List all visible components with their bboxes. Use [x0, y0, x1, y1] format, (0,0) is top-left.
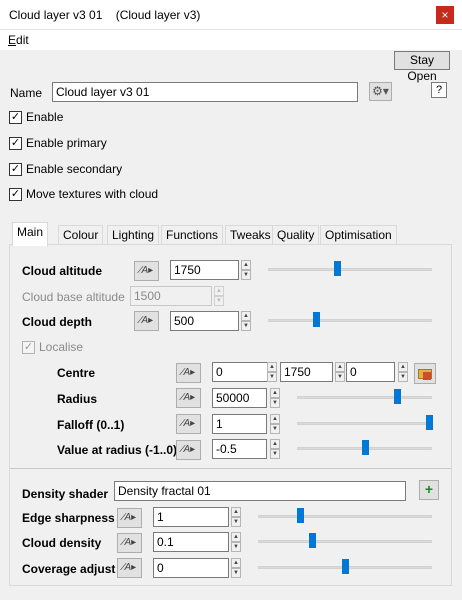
centre-y-spinner[interactable]: ▲ ▼ [335, 362, 345, 382]
radius-input[interactable]: 50000 [212, 388, 267, 408]
value-at-radius-slider[interactable] [297, 440, 432, 456]
falloff-slider[interactable] [297, 415, 433, 431]
coverage-adjust-input[interactable]: 0 [153, 558, 229, 578]
function-icon[interactable]: ∕A▸ [176, 414, 201, 434]
falloff-spinner[interactable]: ▲ ▼ [270, 414, 280, 434]
density-shader-label: Density shader [22, 487, 109, 501]
cloud-density-spinner[interactable]: ▲ ▼ [231, 532, 241, 552]
function-icon[interactable]: ∕A▸ [134, 311, 159, 331]
help-button[interactable]: ? [431, 82, 447, 98]
function-icon[interactable]: ∕A▸ [117, 508, 142, 528]
slider-thumb[interactable] [333, 261, 341, 276]
slider-thumb[interactable] [426, 415, 433, 430]
centre-label: Centre [57, 366, 96, 380]
function-icon[interactable]: ∕A▸ [176, 363, 201, 383]
tab-lighting[interactable]: Lighting [107, 225, 160, 246]
cloud-altitude-slider[interactable] [268, 261, 432, 277]
cloud-depth-input[interactable]: 500 [170, 311, 239, 331]
slider-thumb[interactable] [296, 508, 304, 523]
menu-bar: Edit [0, 30, 462, 50]
slider-thumb[interactable] [342, 559, 349, 574]
enable-label: Enable [26, 110, 64, 124]
enable-primary-label: Enable primary [26, 136, 107, 150]
slider-thumb[interactable] [393, 389, 401, 404]
localise-label: Localise [39, 340, 84, 354]
cloud-base-altitude-label: Cloud base altitude [22, 290, 125, 304]
name-input[interactable]: Cloud layer v3 01 [52, 82, 358, 102]
edge-sharpness-label: Edge sharpness [22, 511, 115, 525]
radius-slider[interactable] [297, 389, 432, 405]
enable-checkbox[interactable]: ✓ [9, 111, 22, 124]
browse-node-button[interactable] [414, 363, 436, 384]
coverage-adjust-slider[interactable] [258, 559, 432, 575]
tab-colour[interactable]: Colour [58, 225, 104, 246]
edge-sharpness-slider[interactable] [258, 508, 432, 524]
centre-z-input[interactable]: 0 [346, 362, 395, 382]
function-icon[interactable]: ∕A▸ [176, 440, 201, 460]
cloud-density-label: Cloud density [22, 536, 102, 550]
cloud-altitude-label: Cloud altitude [22, 264, 102, 278]
cloud-density-slider[interactable] [258, 533, 432, 549]
name-label: Name [10, 86, 43, 100]
title-bar: Cloud layer v3 01 (Cloud layer v3) × [0, 0, 462, 30]
cloud-base-altitude-input[interactable]: 1500 [130, 286, 212, 306]
tab-tweaks[interactable]: Tweaks [225, 225, 276, 246]
tab-optimisation[interactable]: Optimisation [320, 225, 397, 246]
window-title: Cloud layer v3 01 (Cloud layer v3) [9, 8, 201, 22]
tab-main[interactable]: Main [12, 222, 49, 246]
centre-x-spinner[interactable]: ▲ ▼ [267, 362, 277, 382]
radius-spinner[interactable]: ▲ ▼ [270, 388, 280, 408]
cloud-altitude-spinner[interactable]: ▲ ▼ [241, 260, 251, 280]
function-icon[interactable]: ∕A▸ [117, 533, 142, 553]
slider-thumb[interactable] [312, 312, 320, 327]
tab-quality[interactable]: Quality [272, 225, 320, 246]
enable-secondary-label: Enable secondary [26, 162, 123, 176]
cloud-depth-slider[interactable] [268, 312, 432, 328]
tab-functions[interactable]: Functions [161, 225, 224, 246]
move-textures-checkbox[interactable]: ✓ [9, 188, 22, 201]
value-at-radius-label: Value at radius (-1..0) [57, 443, 178, 457]
centre-z-spinner[interactable]: ▲ ▼ [398, 362, 408, 382]
separator [10, 468, 451, 469]
function-icon[interactable]: ∕A▸ [117, 558, 142, 578]
edge-sharpness-spinner[interactable]: ▲ ▼ [231, 507, 241, 527]
falloff-input[interactable]: 1 [212, 414, 267, 434]
centre-y-input[interactable]: 1750 [280, 362, 333, 382]
close-button[interactable]: × [436, 6, 454, 24]
density-shader-input[interactable]: Density fractal 01 [114, 481, 406, 501]
localise-checkbox[interactable]: ✓ [22, 341, 35, 354]
slider-thumb[interactable] [361, 440, 369, 455]
edge-sharpness-input[interactable]: 1 [153, 507, 229, 527]
menu-edit[interactable]: Edit [8, 33, 29, 47]
falloff-label: Falloff (0..1) [57, 418, 125, 432]
centre-x-input[interactable]: 0 [212, 362, 274, 382]
cloud-density-input[interactable]: 0.1 [153, 532, 229, 552]
gear-icon[interactable]: ⚙▾ [369, 82, 392, 101]
cloud-altitude-input[interactable]: 1750 [170, 260, 239, 280]
enable-secondary-checkbox[interactable]: ✓ [9, 163, 22, 176]
cloud-depth-spinner[interactable]: ▲ ▼ [241, 311, 251, 331]
enable-primary-checkbox[interactable]: ✓ [9, 137, 22, 150]
value-at-radius-spinner[interactable]: ▲ ▼ [270, 439, 280, 459]
function-icon[interactable]: ∕A▸ [134, 261, 159, 281]
value-at-radius-input[interactable]: -0.5 [212, 439, 267, 459]
coverage-adjust-spinner[interactable]: ▲ ▼ [231, 558, 241, 578]
coverage-adjust-label: Coverage adjust [22, 562, 116, 576]
add-shader-button[interactable]: + [419, 480, 439, 500]
cloud-base-altitude-spinner[interactable]: ▲ ▼ [214, 286, 224, 306]
function-icon[interactable]: ∕A▸ [176, 388, 201, 408]
radius-label: Radius [57, 392, 98, 406]
slider-thumb[interactable] [308, 533, 316, 548]
move-textures-label: Move textures with cloud [26, 187, 159, 201]
stay-open-button[interactable]: Stay Open [394, 51, 450, 83]
cloud-depth-label: Cloud depth [22, 315, 92, 329]
